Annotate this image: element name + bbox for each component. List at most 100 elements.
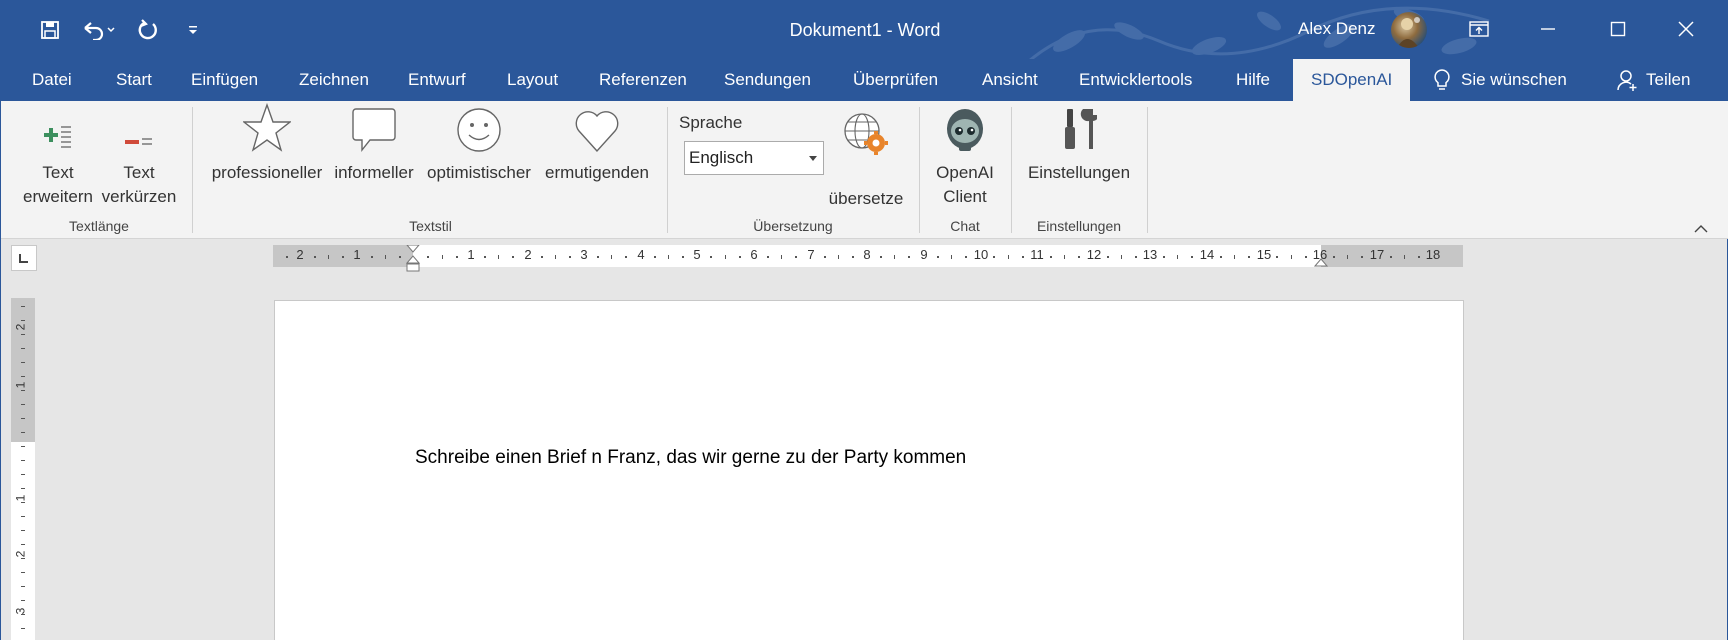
- document-paragraph[interactable]: Schreibe einen Brief n Franz, das wir ge…: [415, 447, 966, 469]
- heart-icon: [575, 111, 619, 153]
- ruler-tick: [1276, 256, 1279, 258]
- ruler-tick: [766, 256, 769, 258]
- style-encouraging-button[interactable]: ermutigenden: [539, 101, 655, 185]
- close-button[interactable]: [1663, 9, 1709, 49]
- star-icon: [243, 103, 291, 152]
- ruler-tick: [21, 614, 25, 615]
- ruler-tick: [21, 432, 25, 433]
- translate-label: übersetze: [828, 189, 904, 208]
- ruler-number: 11: [1030, 247, 1044, 262]
- tab-ueberpruefen[interactable]: Überprüfen: [851, 59, 940, 101]
- ruler-tick: [908, 256, 911, 258]
- language-dropdown[interactable]: Englisch: [684, 141, 824, 175]
- ruler-tick: [625, 256, 628, 258]
- title-bar: Dokument1 - Word Alex Denz: [1, 1, 1728, 59]
- group-separator: [667, 107, 668, 233]
- ruler-tick: [611, 255, 613, 259]
- collapse-ribbon-icon[interactable]: [1693, 223, 1709, 235]
- vertical-ruler[interactable]: 2 1 1 2 3: [11, 298, 35, 640]
- ruler-number: 2: [524, 247, 532, 262]
- ruler-tick: [498, 255, 500, 259]
- tab-selector[interactable]: [11, 245, 37, 271]
- shorten-text-button[interactable]: Text verkürzen: [99, 101, 179, 209]
- tab-zeichnen[interactable]: Zeichnen: [297, 59, 371, 101]
- group-label-uebersetzung: Übersetzung: [753, 218, 833, 234]
- tab-layout[interactable]: Layout: [505, 59, 560, 101]
- group-separator: [1147, 107, 1148, 233]
- ruler-tick: [21, 376, 25, 377]
- ruler-tick: [823, 256, 826, 258]
- tab-entwicklertools[interactable]: Entwicklertools: [1077, 59, 1194, 101]
- maximize-icon: [1610, 21, 1626, 37]
- ruler-tick: [781, 255, 783, 259]
- ribbon-display-options-button[interactable]: [1456, 9, 1502, 49]
- ruler-tick: [795, 256, 798, 258]
- translate-button[interactable]: übersetze: [824, 101, 908, 211]
- indent-marker-icon[interactable]: [406, 245, 420, 275]
- ruler-tick: [21, 600, 25, 601]
- ruler-tick: [1403, 255, 1405, 259]
- ruler-tick: [1191, 256, 1194, 258]
- tab-hilfe[interactable]: Hilfe: [1234, 59, 1272, 101]
- ruler-number: 1: [353, 247, 361, 262]
- ruler-tick: [21, 362, 25, 363]
- style-informal-button[interactable]: informeller: [329, 101, 419, 185]
- ruler-tick: [314, 256, 317, 258]
- user-name[interactable]: Alex Denz: [1298, 19, 1375, 39]
- right-indent-marker-icon[interactable]: [1314, 255, 1328, 267]
- ruler-number: 14: [1199, 247, 1215, 262]
- ruler-tick: [1332, 256, 1335, 258]
- expand-text-button[interactable]: Text erweitern: [19, 101, 97, 209]
- ruler-number: 9: [920, 247, 928, 262]
- ruler-tick: [653, 256, 656, 258]
- ruler-tick: [1134, 256, 1137, 258]
- tab-ansicht[interactable]: Ansicht: [980, 59, 1040, 101]
- settings-button[interactable]: Einstellungen: [1021, 101, 1137, 185]
- ruler-tick: [1163, 256, 1166, 258]
- ruler-tick: [1417, 256, 1420, 258]
- minimize-button[interactable]: [1525, 9, 1571, 49]
- ruler-tick: [738, 256, 741, 258]
- robot-icon: [947, 109, 983, 151]
- settings-label: Einstellungen: [1027, 163, 1131, 182]
- style-optimistic-label: optimistischer: [427, 163, 531, 182]
- tell-me-search[interactable]: Sie wünschen: [1433, 59, 1567, 101]
- left-tab-icon: [19, 254, 28, 263]
- horizontal-ruler[interactable]: 2 1 1 2 3 4 5 6 7 8 9 10 11 12 13 14 15 …: [273, 245, 1463, 272]
- ruler-tick: [21, 572, 25, 573]
- tab-sendungen[interactable]: Sendungen: [722, 59, 813, 101]
- document-page[interactable]: Schreibe einen Brief n Franz, das wir ge…: [274, 300, 1464, 640]
- share-button[interactable]: Teilen: [1616, 59, 1690, 101]
- tab-entwurf[interactable]: Entwurf: [406, 59, 468, 101]
- style-optimistic-button[interactable]: optimistischer: [421, 101, 537, 185]
- tab-start[interactable]: Start: [114, 59, 154, 101]
- ruler-number: 2: [13, 550, 28, 558]
- language-label: Sprache: [679, 113, 743, 132]
- ruler-tick: [1021, 256, 1024, 258]
- maximize-button[interactable]: [1595, 9, 1641, 49]
- tab-datei[interactable]: Datei: [30, 59, 74, 101]
- lightbulb-icon: [1434, 69, 1450, 90]
- ruler-tick: [1304, 256, 1307, 258]
- tab-einfuegen[interactable]: Einfügen: [189, 59, 260, 101]
- minimize-icon: [1541, 28, 1555, 30]
- expand-text-icon: [44, 126, 71, 148]
- style-professional-button[interactable]: professioneller: [206, 101, 328, 185]
- tools-icon: [1065, 109, 1097, 149]
- ruler-number: 7: [807, 247, 815, 262]
- expand-text-label-line1: Text: [42, 163, 74, 182]
- ruler-tick: [1106, 256, 1109, 258]
- tab-sdopenai[interactable]: SDOpenAI: [1293, 59, 1411, 101]
- tab-referenzen[interactable]: Referenzen: [597, 59, 689, 101]
- ruler-number: 13: [1142, 247, 1158, 262]
- openai-client-button[interactable]: OpenAI Client: [927, 101, 1003, 209]
- ruler-tick: [540, 256, 543, 258]
- ruler-tick: [21, 320, 25, 321]
- avatar[interactable]: [1391, 12, 1427, 48]
- style-encouraging-label: ermutigenden: [545, 163, 649, 182]
- ruler-number: 15: [1256, 247, 1272, 262]
- ruler-number: 18: [1425, 247, 1441, 262]
- ribbon: Text erweitern Text verkürzen Textlänge …: [1, 101, 1728, 239]
- ruler-number: 1: [13, 494, 28, 502]
- ruler-tick: [880, 256, 883, 258]
